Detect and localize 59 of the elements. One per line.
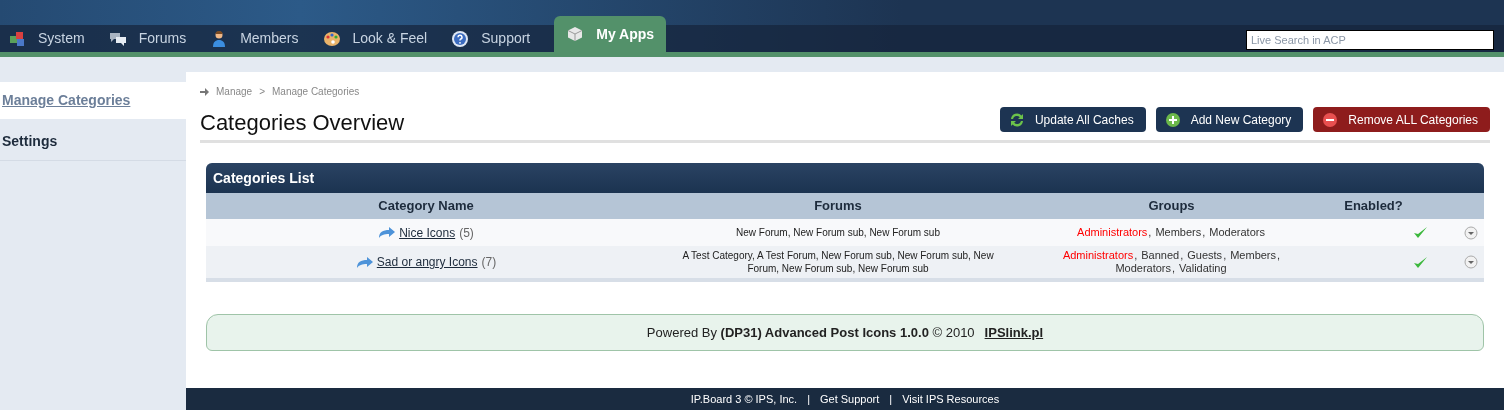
action-button[interactable]: Add New Category xyxy=(1155,107,1304,132)
group-name: Administrators xyxy=(1077,226,1149,239)
minus-icon xyxy=(1321,110,1340,129)
footer-separator: | xyxy=(807,391,810,407)
column-header: Category Name xyxy=(377,197,475,216)
group-name: Administrators xyxy=(1062,249,1135,262)
footer-link[interactable]: Visit IPS Resources xyxy=(902,390,1000,408)
breadcrumb-current: Manage Categories xyxy=(272,85,360,99)
group-separator: , xyxy=(1180,249,1184,262)
nav-tab[interactable]: System xyxy=(0,25,93,52)
group-name: Moderators xyxy=(1209,226,1266,239)
category-link[interactable]: Nice Icons xyxy=(399,223,456,242)
group-name: Members xyxy=(1155,226,1203,239)
group-name: Banned xyxy=(1141,249,1181,262)
group-name: Moderators xyxy=(1115,262,1173,275)
nav-tab[interactable]: Forums xyxy=(100,25,195,52)
arrow-right-icon xyxy=(200,87,209,96)
action-button[interactable]: Update All Caches xyxy=(999,107,1146,132)
help-icon xyxy=(451,29,470,48)
nav-tab[interactable]: My Apps xyxy=(554,16,667,52)
group-name: Guests xyxy=(1187,249,1224,262)
forums-cell-text: A Test Category, A Test Forum, New Forum sub, New Forum sub, New Forum, New Forum sub, New Forum sub xyxy=(681,249,995,275)
group-separator: , xyxy=(1202,226,1206,239)
column-header: Forums xyxy=(813,197,863,216)
dropdown-icon[interactable] xyxy=(1464,255,1478,269)
search-field[interactable]: Live Search in ACP xyxy=(1246,30,1494,50)
forums-cell-text: New Forum, New Forum sub, New Forum sub xyxy=(735,226,941,239)
curved-arrow-icon xyxy=(378,227,396,238)
powered-by-text: Powered By (DP31) Advanced Post Icons 1.0.0 © 2010 xyxy=(646,323,975,342)
cube-icon xyxy=(566,25,585,43)
plus-icon xyxy=(1163,110,1182,129)
column-header: Groups xyxy=(1147,197,1196,216)
column-header: Enabled? xyxy=(1343,197,1404,216)
group-name: Members xyxy=(1230,249,1278,262)
nav-tab[interactable]: Support xyxy=(443,25,539,52)
category-count: (5) xyxy=(459,224,474,242)
dropdown-icon[interactable] xyxy=(1464,225,1478,240)
action-button[interactable]: Remove ALL Categories xyxy=(1313,107,1490,132)
group-separator: , xyxy=(1277,249,1281,262)
group-separator: , xyxy=(1172,262,1176,275)
breadcrumb-link[interactable]: Manage xyxy=(216,84,253,99)
group-name: Validating xyxy=(1179,262,1228,275)
ipslink-link[interactable]: IPSlink.pl xyxy=(984,322,1044,343)
nav-tab[interactable]: Look & Feel xyxy=(314,25,436,52)
breadcrumb-separator: > xyxy=(259,85,265,99)
group-separator: , xyxy=(1148,226,1152,239)
group-separator: , xyxy=(1134,249,1138,262)
copyright-link[interactable]: IP.Board 3 © IPS, Inc. xyxy=(690,390,798,408)
category-count: (7) xyxy=(481,254,497,271)
footer-separator: | xyxy=(889,391,893,407)
category-link[interactable]: Sad or angry Icons xyxy=(376,253,478,271)
footer-link[interactable]: Get Support xyxy=(820,390,880,408)
group-separator: , xyxy=(1223,249,1227,262)
blocks-icon xyxy=(8,29,26,48)
curved-arrow-icon xyxy=(355,256,373,268)
nav-tab[interactable]: Members xyxy=(202,25,307,52)
table-title: Categories List xyxy=(206,163,1484,193)
page-title: Categories Overview xyxy=(200,109,405,137)
palette-icon xyxy=(322,29,341,48)
